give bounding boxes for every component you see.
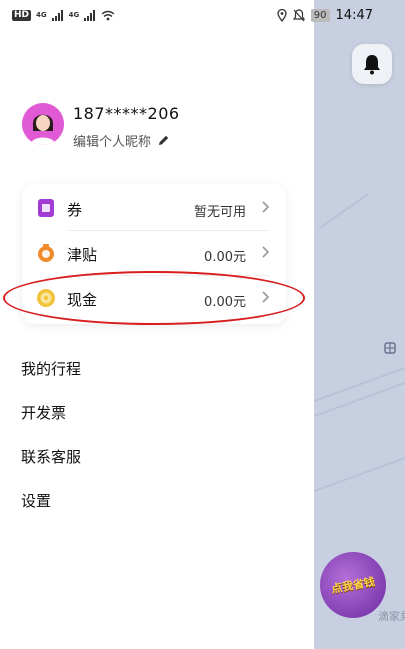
wifi-icon — [101, 10, 115, 20]
map-marker-icon — [384, 342, 396, 354]
wallet-row-allowance[interactable]: 津贴 0.00元 — [22, 231, 286, 275]
wallet-value: 0.00元 — [204, 250, 246, 265]
battery-level: 90 — [310, 8, 330, 22]
status-bar: HD 4G 4G 90 14:47 — [0, 0, 405, 30]
map-view[interactable] — [314, 0, 405, 649]
status-right: 90 14:47 — [277, 6, 405, 24]
menu-item-invoice[interactable]: 开发票 — [21, 402, 66, 423]
chevron-right-icon — [262, 201, 270, 213]
network-type: 4G — [36, 11, 47, 19]
edit-nickname-row[interactable]: 编辑个人昵称 — [73, 131, 170, 150]
user-phone[interactable]: 187*****206 — [73, 104, 180, 123]
hd-badge: HD — [12, 9, 32, 21]
allowance-icon — [38, 244, 54, 262]
chevron-right-icon — [262, 246, 270, 258]
mute-bell-icon — [292, 8, 305, 21]
wallet-label: 津贴 — [67, 246, 98, 264]
avatar-person-icon — [22, 103, 64, 145]
wallet-row-coupon[interactable]: 券 暂无可用 — [22, 186, 286, 230]
network-type: 4G — [68, 11, 80, 19]
promo-text: 点我省钱 — [330, 575, 376, 596]
coupon-icon — [38, 199, 54, 217]
bell-icon — [364, 55, 380, 75]
promo-badge[interactable]: 点我省钱 — [320, 552, 386, 618]
edit-nickname-label: 编辑个人昵称 — [73, 135, 152, 150]
notification-bell-button[interactable] — [352, 44, 392, 84]
signal-icon — [51, 9, 63, 21]
menu-item-customer-service[interactable]: 联系客服 — [21, 446, 81, 467]
map-road — [318, 192, 370, 230]
status-left: HD 4G 4G — [12, 6, 115, 24]
clock: 14:47 — [335, 7, 373, 23]
wallet-label: 券 — [67, 201, 83, 219]
menu-item-settings[interactable]: 设置 — [21, 490, 51, 511]
promo-caption: 滴家乘 — [378, 610, 405, 623]
signal-icon — [84, 9, 96, 21]
location-icon — [277, 8, 287, 22]
menu-item-my-trips[interactable]: 我的行程 — [21, 358, 81, 379]
wallet-value: 暂无可用 — [193, 205, 246, 220]
pencil-icon — [159, 135, 169, 145]
highlight-ellipse — [3, 271, 305, 325]
map-road — [314, 447, 405, 495]
side-drawer: 187*****206 编辑个人昵称 券 暂无可用 津贴 0.00元 现金 0.… — [0, 0, 314, 649]
avatar[interactable] — [22, 103, 64, 145]
